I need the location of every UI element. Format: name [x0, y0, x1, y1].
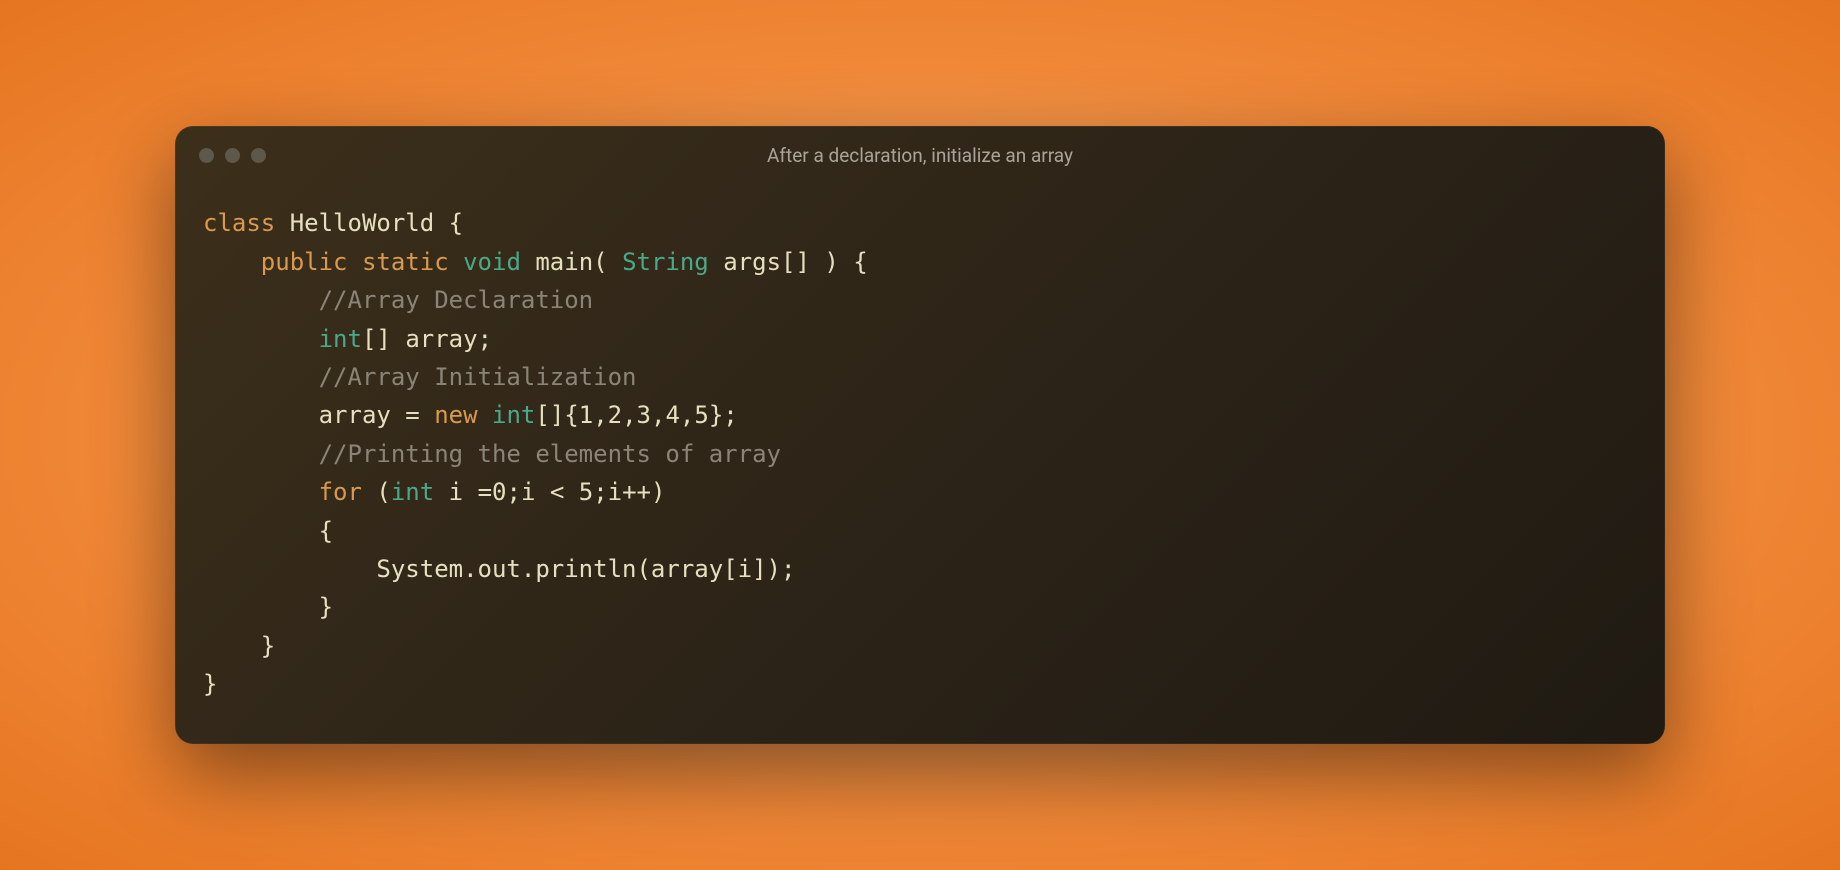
ident-i: i = — [449, 478, 492, 506]
keyword-int: int — [319, 325, 362, 353]
comma: , — [622, 401, 636, 429]
ident-array: array — [405, 325, 477, 353]
number: 5 — [579, 478, 593, 506]
code-editor[interactable]: class HelloWorld { public static void ma… — [175, 184, 1665, 743]
method-name: main — [535, 248, 593, 276]
semicolon: ; — [723, 401, 737, 429]
semicolon: ; — [506, 478, 520, 506]
brackets: [] — [535, 401, 564, 429]
brace: { — [319, 517, 333, 545]
keyword-class: class — [203, 209, 275, 237]
close-icon[interactable] — [199, 148, 214, 163]
comment: //Array Initialization — [319, 363, 637, 391]
brace: } — [203, 670, 217, 698]
brace: } — [261, 632, 275, 660]
type-string: String — [622, 248, 709, 276]
keyword-new: new — [434, 401, 477, 429]
number: 2 — [608, 401, 622, 429]
op-lt: < — [550, 478, 564, 506]
brace-close: } — [709, 401, 723, 429]
number: 5 — [694, 401, 708, 429]
brace-open: { — [564, 401, 578, 429]
println-stmt: System.out.println(array[i]); — [376, 555, 795, 583]
paren-close: ) — [651, 478, 665, 506]
brace: } — [319, 593, 333, 621]
brace: { — [853, 248, 867, 276]
keyword-public: public — [261, 248, 348, 276]
comment: //Printing the elements of array — [319, 440, 781, 468]
brackets: [] — [362, 325, 391, 353]
ident-array: array — [319, 401, 391, 429]
keyword-for: for — [319, 478, 362, 506]
number: 1 — [579, 401, 593, 429]
semicolon: ; — [478, 325, 492, 353]
traffic-lights — [199, 148, 266, 163]
maximize-icon[interactable] — [251, 148, 266, 163]
comma: , — [651, 401, 665, 429]
titlebar: After a declaration, initialize an array — [175, 126, 1665, 184]
op-equals: = — [405, 401, 419, 429]
semicolon: ; — [593, 478, 607, 506]
paren-open: ( — [593, 248, 607, 276]
comma: , — [680, 401, 694, 429]
keyword-void: void — [463, 248, 521, 276]
args-ident: args[] — [723, 248, 810, 276]
ident-i: i — [521, 478, 535, 506]
comma: , — [593, 401, 607, 429]
paren-close: ) — [824, 248, 838, 276]
class-name: HelloWorld — [290, 209, 435, 237]
brace: { — [449, 209, 463, 237]
paren-open: ( — [376, 478, 390, 506]
comment: //Array Declaration — [319, 286, 594, 314]
code-window: After a declaration, initialize an array… — [175, 126, 1665, 743]
keyword-int: int — [391, 478, 434, 506]
ident-inc: i++ — [608, 478, 651, 506]
keyword-int: int — [492, 401, 535, 429]
number: 0 — [492, 478, 506, 506]
window-title: After a declaration, initialize an array — [175, 144, 1665, 167]
minimize-icon[interactable] — [225, 148, 240, 163]
number: 4 — [665, 401, 679, 429]
keyword-static: static — [362, 248, 449, 276]
number: 3 — [637, 401, 651, 429]
